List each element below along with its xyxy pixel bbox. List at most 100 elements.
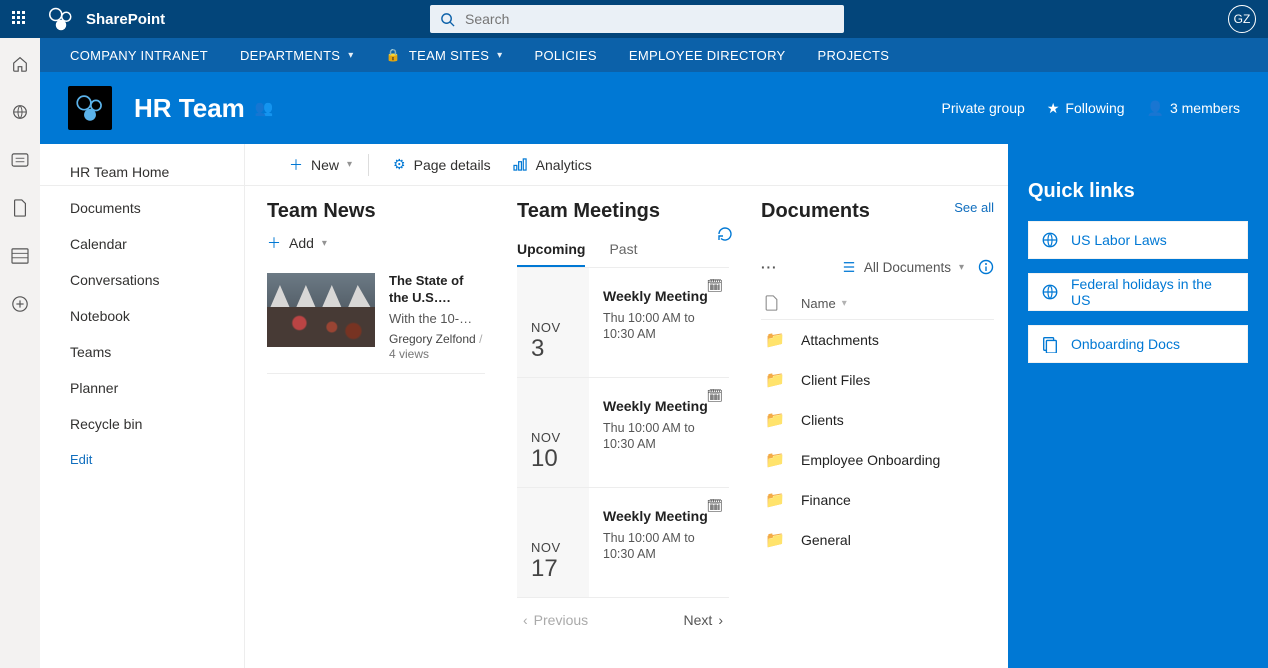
- news-icon[interactable]: [10, 150, 30, 170]
- app-launcher-icon[interactable]: [12, 11, 28, 27]
- news-title: The State of the U.S….: [389, 273, 485, 307]
- folder-icon: 📁: [765, 530, 781, 550]
- nav-policies[interactable]: POLICIES: [535, 48, 597, 63]
- add-to-calendar-icon[interactable]: 🗓: [706, 388, 723, 404]
- star-icon: ★: [1047, 100, 1060, 117]
- add-to-calendar-icon[interactable]: 🗓: [706, 278, 723, 294]
- news-views: 4 views: [389, 347, 485, 363]
- chevron-left-icon: ‹: [523, 612, 528, 628]
- meeting-item[interactable]: NOV17 Weekly MeetingThu 10:00 AM to 10:3…: [517, 488, 729, 598]
- site-meta: Private group ★ Following 👤 3 members: [942, 100, 1240, 117]
- nav-company-intranet[interactable]: COMPANY INTRANET: [70, 48, 208, 63]
- chevron-down-icon: ▾: [497, 50, 502, 61]
- chevron-down-icon: ▾: [842, 298, 847, 309]
- next-button[interactable]: Next›: [684, 612, 723, 628]
- quick-link[interactable]: Federal holidays in the US: [1028, 273, 1248, 311]
- ql-conversations[interactable]: Conversations: [70, 272, 244, 288]
- lists-icon[interactable]: [10, 246, 30, 266]
- ql-documents[interactable]: Documents: [70, 200, 244, 216]
- nav-employee-directory[interactable]: EMPLOYEE DIRECTORY: [629, 48, 786, 63]
- tab-upcoming[interactable]: Upcoming: [517, 233, 585, 267]
- page-details-button[interactable]: ⚙ Page details: [393, 156, 491, 173]
- search-icon: [440, 12, 455, 27]
- site-logo[interactable]: [68, 86, 112, 130]
- sharepoint-icon: [46, 4, 76, 34]
- documents-section: Documents See all ··· All Documents ▾ Na…: [739, 186, 1008, 668]
- user-avatar[interactable]: GZ: [1228, 5, 1256, 33]
- column-name[interactable]: Name▾: [801, 296, 847, 311]
- nav-departments[interactable]: DEPARTMENTS▾: [240, 48, 354, 63]
- news-card[interactable]: The State of the U.S…. With the 10-… Gre…: [267, 263, 485, 374]
- ql-teams[interactable]: Teams: [70, 344, 244, 360]
- following-button[interactable]: ★ Following: [1047, 100, 1125, 117]
- chevron-down-icon: ▾: [322, 238, 327, 249]
- file-type-icon: [765, 295, 781, 311]
- chevron-down-icon: ▾: [959, 262, 964, 273]
- folder-icon: 📁: [765, 370, 781, 390]
- team-meetings-heading: Team Meetings: [517, 200, 729, 223]
- refresh-icon[interactable]: [717, 226, 733, 242]
- members-button[interactable]: 👤 3 members: [1147, 100, 1240, 117]
- globe-icon: [1041, 231, 1059, 249]
- meeting-item[interactable]: NOV10 Weekly MeetingThu 10:00 AM to 10:3…: [517, 378, 729, 488]
- analytics-button[interactable]: Analytics: [513, 157, 592, 173]
- more-icon[interactable]: ···: [761, 260, 778, 275]
- files-icon[interactable]: [10, 198, 30, 218]
- quick-link[interactable]: US Labor Laws: [1028, 221, 1248, 259]
- meeting-item[interactable]: NOV3 Weekly MeetingThu 10:00 AM to 10:30…: [517, 268, 729, 378]
- lock-icon: 🔒: [386, 48, 401, 62]
- site-title[interactable]: HR Team 👥: [134, 93, 273, 124]
- folder-row[interactable]: 📁Employee Onboarding: [761, 440, 994, 480]
- ql-calendar[interactable]: Calendar: [70, 236, 244, 252]
- home-icon[interactable]: [10, 54, 30, 74]
- nav-team-sites[interactable]: 🔒TEAM SITES▾: [386, 48, 503, 63]
- add-to-calendar-icon[interactable]: 🗓: [706, 498, 723, 514]
- quick-links-heading: Quick links: [1028, 180, 1248, 203]
- quick-links-section: Quick links US Labor Laws Federal holida…: [1008, 144, 1268, 668]
- folder-row[interactable]: 📁General: [761, 520, 994, 560]
- page-canvas: Team News ＋ Add ▾ The State of the U.S….…: [245, 186, 1268, 668]
- suite-bar: SharePoint GZ: [0, 0, 1268, 38]
- news-thumbnail: [267, 273, 375, 347]
- new-button[interactable]: ＋ New ▾: [289, 155, 352, 175]
- folder-icon: 📁: [765, 330, 781, 350]
- meetings-tabs: Upcoming Past: [517, 233, 729, 268]
- view-selector[interactable]: All Documents ▾: [842, 260, 964, 275]
- tab-past[interactable]: Past: [609, 233, 637, 267]
- folder-row[interactable]: 📁Finance: [761, 480, 994, 520]
- chevron-down-icon: ▾: [347, 159, 352, 170]
- site-header: HR Team 👥 Private group ★ Following 👤 3 …: [40, 72, 1268, 144]
- folder-icon: 📁: [765, 450, 781, 470]
- news-author: Gregory Zelfond /: [389, 332, 485, 348]
- sharepoint-logo[interactable]: SharePoint: [46, 4, 165, 34]
- teams-icon[interactable]: 👥: [255, 99, 274, 117]
- news-add-button[interactable]: ＋ Add ▾: [267, 233, 485, 253]
- ql-notebook[interactable]: Notebook: [70, 308, 244, 324]
- plus-icon: ＋: [289, 155, 303, 175]
- privacy-label: Private group: [942, 100, 1025, 116]
- folder-row[interactable]: 📁Attachments: [761, 320, 994, 360]
- ql-edit[interactable]: Edit: [70, 452, 244, 467]
- folder-icon: 📁: [765, 490, 781, 510]
- nav-projects[interactable]: PROJECTS: [818, 48, 890, 63]
- gear-icon: ⚙: [393, 156, 406, 173]
- info-icon[interactable]: [978, 259, 994, 275]
- meetings-list: NOV3 Weekly MeetingThu 10:00 AM to 10:30…: [517, 268, 729, 598]
- search-box[interactable]: [430, 5, 844, 33]
- globe-icon[interactable]: [10, 102, 30, 122]
- document-icon: [1041, 335, 1059, 353]
- team-meetings-section: Team Meetings Upcoming Past NOV3 Weekly …: [495, 186, 739, 668]
- add-icon[interactable]: [10, 294, 30, 314]
- ql-planner[interactable]: Planner: [70, 380, 244, 396]
- chevron-down-icon: ▾: [348, 50, 353, 61]
- search-input[interactable]: [463, 10, 834, 28]
- prev-button[interactable]: ‹Previous: [523, 612, 588, 628]
- globe-icon: [1041, 283, 1059, 301]
- folder-row[interactable]: 📁Clients: [761, 400, 994, 440]
- team-news-section: Team News ＋ Add ▾ The State of the U.S….…: [245, 186, 495, 668]
- see-all-link[interactable]: See all: [954, 200, 994, 215]
- quick-link[interactable]: Onboarding Docs: [1028, 325, 1248, 363]
- ql-recycle-bin[interactable]: Recycle bin: [70, 416, 244, 432]
- divider: [368, 154, 369, 176]
- folder-row[interactable]: 📁Client Files: [761, 360, 994, 400]
